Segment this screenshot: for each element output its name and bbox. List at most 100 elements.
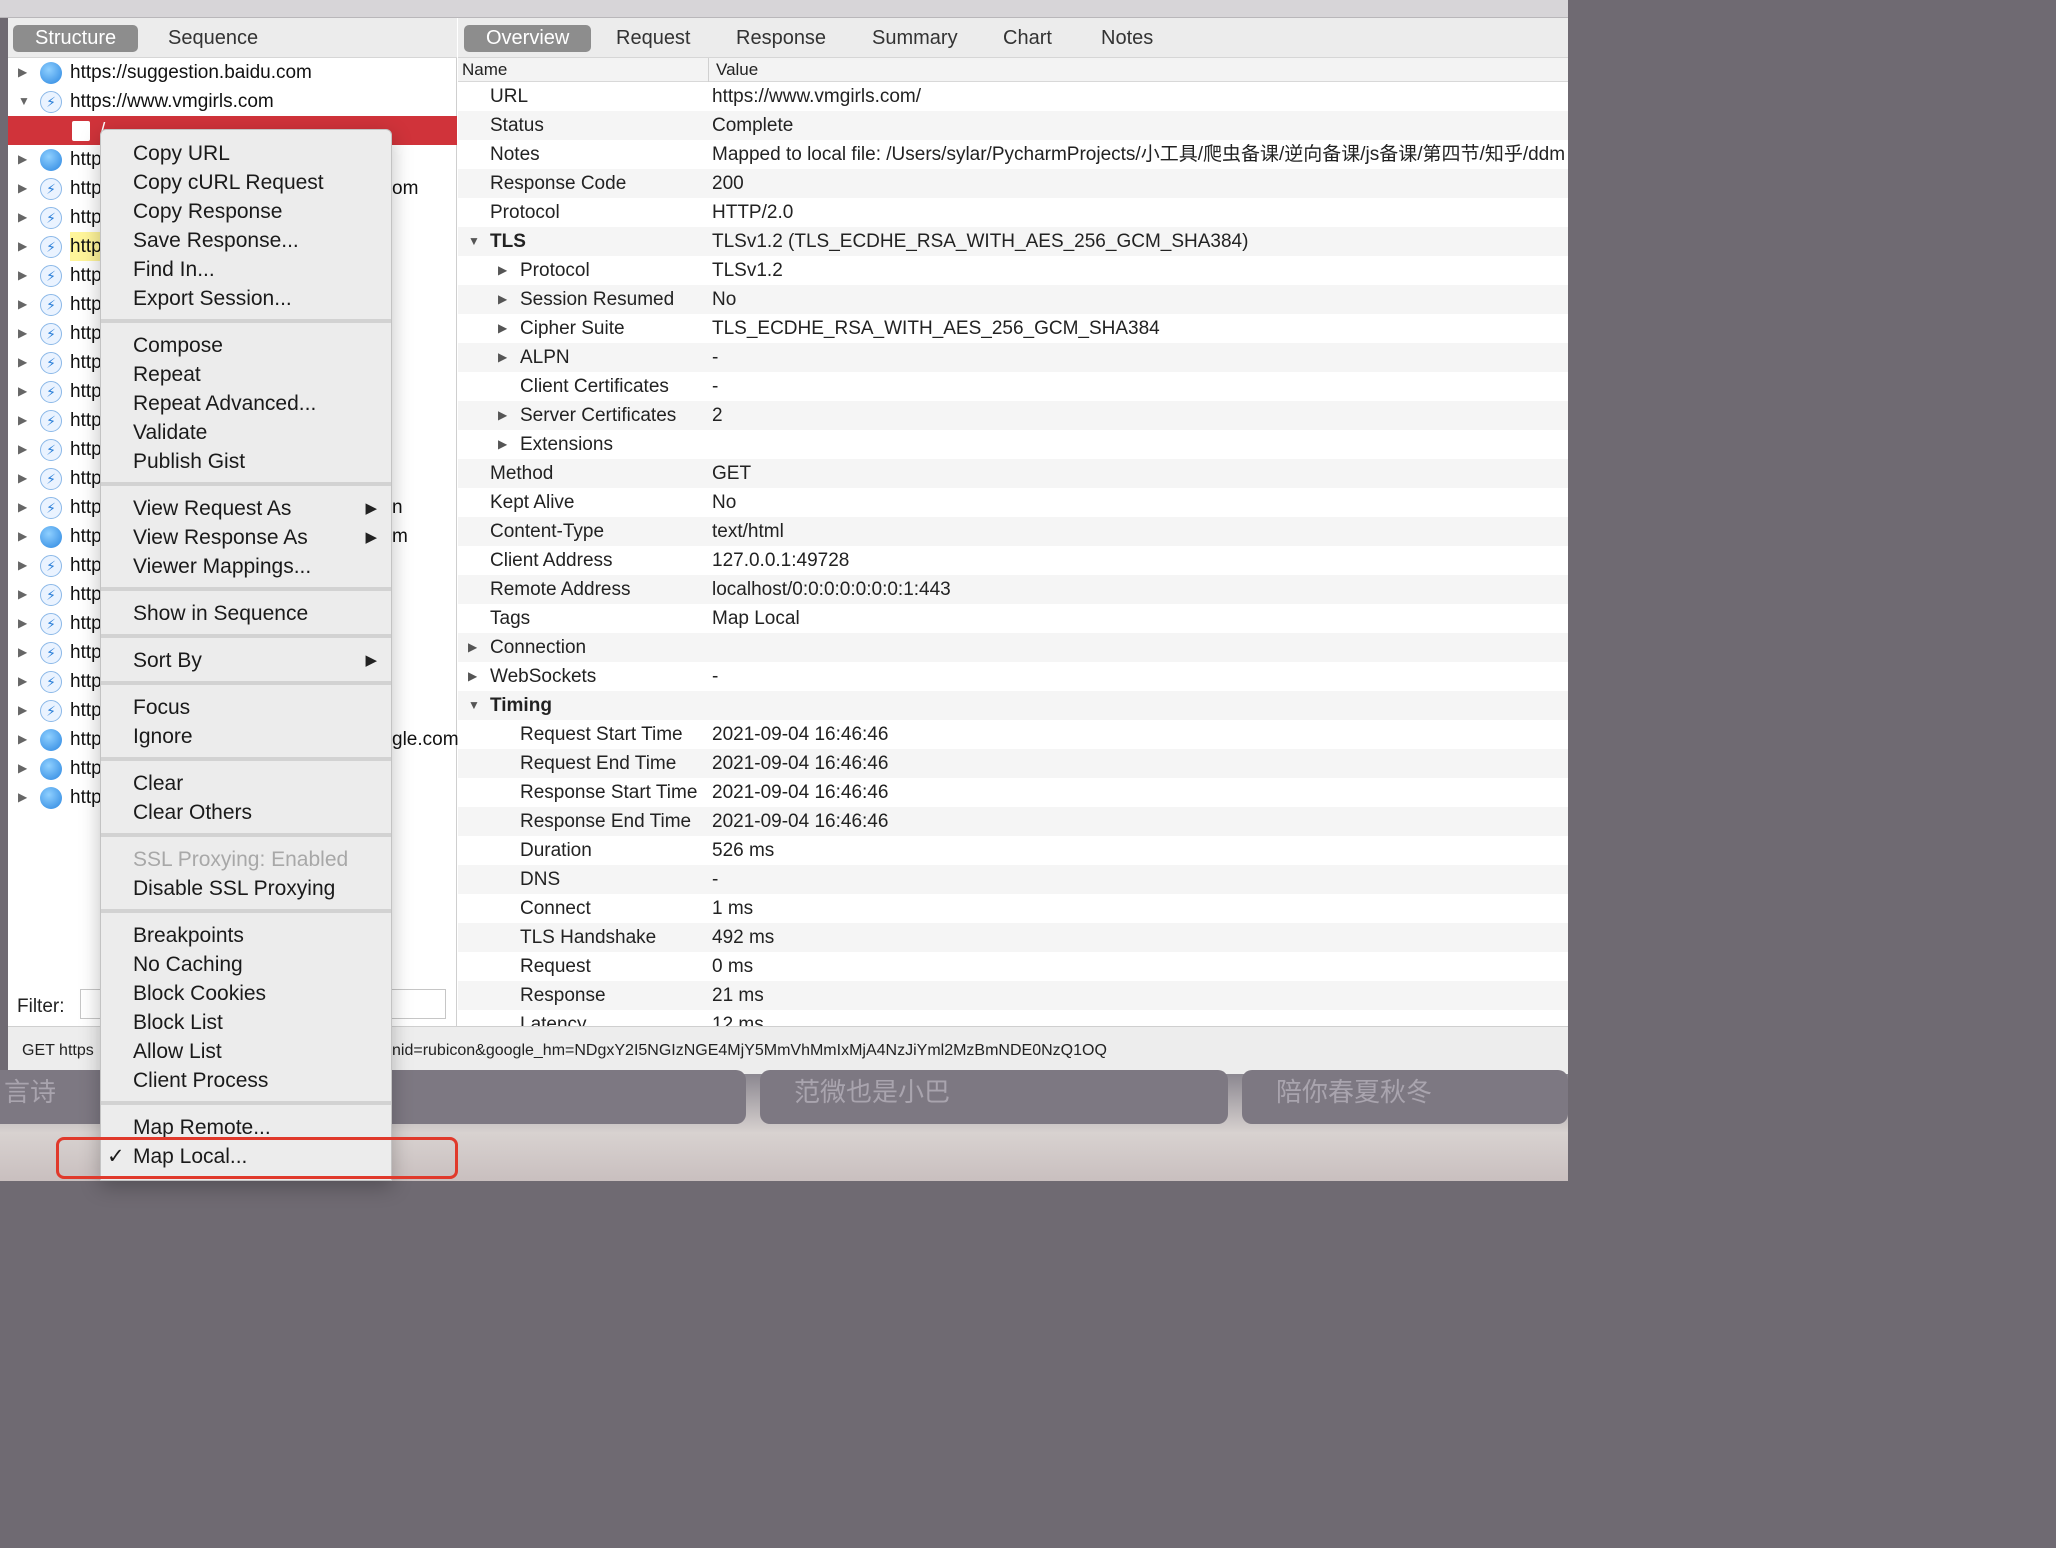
tab-request[interactable]: Request <box>594 25 713 52</box>
disclosure-closed-icon[interactable]: ▶ <box>18 580 27 609</box>
detail-row[interactable]: ▼ TLS TLSv1.2 (TLS_ECDHE_RSA_WITH_AES_256_… <box>458 227 1568 256</box>
disclosure-closed-icon[interactable]: ▶ <box>18 522 27 551</box>
disclosure-closed-icon[interactable]: ▶ <box>18 638 27 667</box>
tree-row[interactable]: ▶ https://suggestion.baidu.com <box>8 58 457 87</box>
detail-row[interactable]: Request 0 ms <box>458 952 1568 981</box>
tab-summary[interactable]: Summary <box>850 25 980 52</box>
disclosure-closed-icon[interactable]: ▶ <box>468 662 477 691</box>
disclosure-closed-icon[interactable]: ▶ <box>468 633 477 662</box>
menu-item-view-request-as[interactable]: View Request As ▶ <box>101 494 391 523</box>
menu-item-repeat-advanced[interactable]: Repeat Advanced... <box>101 389 391 418</box>
detail-row[interactable]: Remote Address localhost/0:0:0:0:0:0:0:1:… <box>458 575 1568 604</box>
menu-item-block-cookies[interactable]: Block Cookies <box>101 979 391 1008</box>
menu-item-focus[interactable]: Focus <box>101 693 391 722</box>
detail-row[interactable]: Latency 12 ms <box>458 1010 1568 1026</box>
detail-row[interactable]: Duration 526 ms <box>458 836 1568 865</box>
tab-overview[interactable]: Overview <box>464 25 592 52</box>
disclosure-closed-icon[interactable]: ▶ <box>18 145 27 174</box>
tree-row[interactable]: ▼ ⚡ https://www.vmgirls.com <box>8 87 457 116</box>
disclosure-closed-icon[interactable]: ▶ <box>18 464 27 493</box>
menu-item-save-response[interactable]: Save Response... <box>101 226 391 255</box>
detail-row[interactable]: Client Address 127.0.0.1:49728 <box>458 546 1568 575</box>
menu-item-clear[interactable]: Clear <box>101 769 391 798</box>
menu-item-disable-ssl-proxying[interactable]: Disable SSL Proxying <box>101 874 391 903</box>
disclosure-closed-icon[interactable]: ▶ <box>18 609 27 638</box>
detail-row[interactable]: Response End Time 2021-09-04 16:46:46 <box>458 807 1568 836</box>
tab-sequence[interactable]: Sequence <box>146 25 280 52</box>
menu-item-client-process[interactable]: Client Process <box>101 1066 391 1095</box>
tab-structure[interactable]: Structure <box>13 25 139 52</box>
value-column-header[interactable]: Value <box>708 58 758 82</box>
detail-row[interactable]: Response Code 200 <box>458 169 1568 198</box>
menu-item-show-in-sequence[interactable]: Show in Sequence <box>101 599 391 628</box>
detail-row[interactable]: ▶ Protocol TLSv1.2 <box>458 256 1568 285</box>
disclosure-closed-icon[interactable]: ▶ <box>18 261 27 290</box>
detail-row[interactable]: Client Certificates - <box>458 372 1568 401</box>
tab-notes[interactable]: Notes <box>1079 25 1175 52</box>
tab-chart[interactable]: Chart <box>981 25 1074 52</box>
detail-row[interactable]: ▶ Connection <box>458 633 1568 662</box>
disclosure-closed-icon[interactable]: ▶ <box>18 783 27 812</box>
disclosure-closed-icon[interactable]: ▶ <box>18 667 27 696</box>
disclosure-closed-icon[interactable]: ▶ <box>18 377 27 406</box>
detail-row[interactable]: ▼ Timing <box>458 691 1568 720</box>
detail-row[interactable]: Connect 1 ms <box>458 894 1568 923</box>
disclosure-closed-icon[interactable]: ▶ <box>18 406 27 435</box>
disclosure-open-icon[interactable]: ▼ <box>468 691 480 720</box>
disclosure-open-icon[interactable]: ▼ <box>468 227 480 256</box>
detail-row[interactable]: Notes Mapped to local file: /Users/sylar/… <box>458 140 1568 169</box>
detail-row[interactable]: Response Start Time 2021-09-04 16:46:46 <box>458 778 1568 807</box>
detail-row[interactable]: ▶ WebSockets - <box>458 662 1568 691</box>
detail-row[interactable]: ▶ Cipher Suite TLS_ECDHE_RSA_WITH_AES_256_… <box>458 314 1568 343</box>
detail-row[interactable]: Request End Time 2021-09-04 16:46:46 <box>458 749 1568 778</box>
menu-item-repeat[interactable]: Repeat <box>101 360 391 389</box>
disclosure-open-icon[interactable]: ▼ <box>18 87 30 116</box>
disclosure-closed-icon[interactable]: ▶ <box>18 435 27 464</box>
detail-row[interactable]: Kept Alive No <box>458 488 1568 517</box>
detail-row[interactable]: Content-Type text/html <box>458 517 1568 546</box>
menu-item-validate[interactable]: Validate <box>101 418 391 447</box>
menu-item-breakpoints[interactable]: Breakpoints <box>101 921 391 950</box>
detail-row[interactable]: Protocol HTTP/2.0 <box>458 198 1568 227</box>
detail-row[interactable]: ▶ Session Resumed No <box>458 285 1568 314</box>
menu-item-allow-list[interactable]: Allow List <box>101 1037 391 1066</box>
detail-row[interactable]: Status Complete <box>458 111 1568 140</box>
disclosure-closed-icon[interactable]: ▶ <box>498 343 507 372</box>
menu-item-copy-response[interactable]: Copy Response <box>101 197 391 226</box>
menu-item-export-session[interactable]: Export Session... <box>101 284 391 313</box>
detail-row[interactable]: Request Start Time 2021-09-04 16:46:46 <box>458 720 1568 749</box>
disclosure-closed-icon[interactable]: ▶ <box>18 696 27 725</box>
menu-item-block-list[interactable]: Block List <box>101 1008 391 1037</box>
disclosure-closed-icon[interactable]: ▶ <box>18 203 27 232</box>
menu-item-viewer-mappings[interactable]: Viewer Mappings... <box>101 552 391 581</box>
disclosure-closed-icon[interactable]: ▶ <box>18 174 27 203</box>
disclosure-closed-icon[interactable]: ▶ <box>498 430 507 459</box>
detail-row[interactable]: Tags Map Local <box>458 604 1568 633</box>
disclosure-closed-icon[interactable]: ▶ <box>498 401 507 430</box>
detail-row[interactable]: URL https://www.vmgirls.com/ <box>458 82 1568 111</box>
menu-item-copy-curl-request[interactable]: Copy cURL Request <box>101 168 391 197</box>
disclosure-closed-icon[interactable]: ▶ <box>498 256 507 285</box>
tab-response[interactable]: Response <box>714 25 848 52</box>
disclosure-closed-icon[interactable]: ▶ <box>18 725 27 754</box>
detail-row[interactable]: ▶ Server Certificates 2 <box>458 401 1568 430</box>
menu-item-view-response-as[interactable]: View Response As ▶ <box>101 523 391 552</box>
disclosure-closed-icon[interactable]: ▶ <box>498 285 507 314</box>
menu-item-no-caching[interactable]: No Caching <box>101 950 391 979</box>
menu-item-clear-others[interactable]: Clear Others <box>101 798 391 827</box>
disclosure-closed-icon[interactable]: ▶ <box>18 754 27 783</box>
disclosure-closed-icon[interactable]: ▶ <box>18 551 27 580</box>
menu-item-sort-by[interactable]: Sort By ▶ <box>101 646 391 675</box>
disclosure-closed-icon[interactable]: ▶ <box>18 348 27 377</box>
menu-item-find-in[interactable]: Find In... <box>101 255 391 284</box>
detail-row[interactable]: DNS - <box>458 865 1568 894</box>
menu-item-publish-gist[interactable]: Publish Gist <box>101 447 391 476</box>
disclosure-closed-icon[interactable]: ▶ <box>18 58 27 87</box>
detail-row[interactable]: TLS Handshake 492 ms <box>458 923 1568 952</box>
menu-item-copy-url[interactable]: Copy URL <box>101 139 391 168</box>
disclosure-closed-icon[interactable]: ▶ <box>498 314 507 343</box>
disclosure-closed-icon[interactable]: ▶ <box>18 493 27 522</box>
menu-item-compose[interactable]: Compose <box>101 331 391 360</box>
disclosure-closed-icon[interactable]: ▶ <box>18 232 27 261</box>
detail-row[interactable]: ▶ Extensions <box>458 430 1568 459</box>
